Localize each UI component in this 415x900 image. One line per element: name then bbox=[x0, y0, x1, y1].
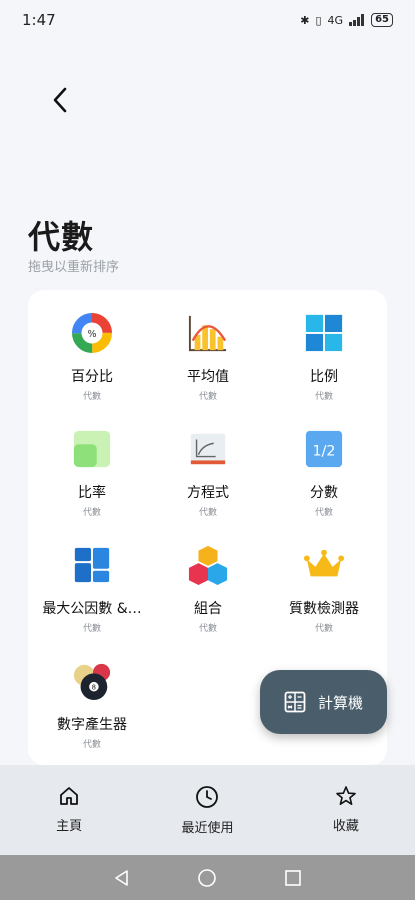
system-home-icon[interactable] bbox=[197, 868, 217, 888]
fraction-label: 1/2 bbox=[313, 444, 336, 460]
nav-favorites-label: 收藏 bbox=[332, 819, 359, 834]
system-navigation-bar bbox=[0, 855, 415, 900]
network-label: 4G bbox=[327, 13, 344, 27]
tile-equation[interactable]: 方程式 代數 bbox=[150, 406, 266, 518]
signal-icon bbox=[349, 14, 365, 26]
nav-recent[interactable]: 最近使用 bbox=[138, 765, 276, 855]
page-title: 代數 bbox=[28, 218, 95, 256]
battery-indicator: 65 bbox=[371, 13, 393, 27]
nav-home-label: 主頁 bbox=[56, 819, 83, 834]
tile-category: 代數 bbox=[82, 508, 101, 518]
average-chart-icon bbox=[188, 315, 227, 352]
tile-label: 百分比 bbox=[71, 368, 113, 385]
status-icons: ✱ ▯ 4G 65 bbox=[300, 13, 393, 27]
gcd-blocks-icon bbox=[74, 547, 110, 583]
svg-text:8: 8 bbox=[92, 684, 96, 692]
tile-category: 代數 bbox=[82, 740, 101, 750]
tile-label: 平均值 bbox=[187, 368, 229, 385]
star-icon bbox=[336, 786, 356, 805]
fraction-icon: 1/2 bbox=[305, 430, 343, 468]
tile-category: 代數 bbox=[82, 392, 101, 402]
tile-gcd-lcm[interactable]: 最大公因數 &… 代數 bbox=[34, 522, 150, 634]
ratio-squares-icon bbox=[73, 430, 111, 468]
tile-category: 代數 bbox=[198, 508, 217, 518]
back-button[interactable] bbox=[44, 84, 76, 116]
tile-label: 質數檢測器 bbox=[289, 600, 359, 617]
tile-label: 比率 bbox=[78, 484, 106, 501]
tile-percentage[interactable]: % 百分比 代數 bbox=[34, 290, 150, 402]
page-subtitle: 拖曳以重新排序 bbox=[28, 260, 120, 275]
system-back-icon[interactable] bbox=[113, 869, 131, 887]
vibrate-icon: ▯ bbox=[315, 13, 322, 27]
nav-home[interactable]: 主頁 bbox=[0, 765, 138, 855]
tile-number-generator[interactable]: 8 數字產生器 代數 bbox=[34, 638, 150, 750]
home-icon bbox=[60, 787, 79, 805]
billiard-balls-icon: 8 bbox=[73, 663, 111, 701]
tile-label: 數字產生器 bbox=[57, 716, 127, 733]
tile-proportion[interactable]: 比例 代數 bbox=[266, 290, 382, 402]
calculator-fab-button[interactable]: 計算機 bbox=[260, 670, 387, 734]
status-time: 1:47 bbox=[22, 11, 56, 29]
tile-ratio[interactable]: 比率 代數 bbox=[34, 406, 150, 518]
percentage-donut-icon: % bbox=[71, 312, 113, 353]
tile-category: 代數 bbox=[314, 624, 333, 634]
tile-label: 方程式 bbox=[187, 484, 229, 501]
nav-favorites[interactable]: 收藏 bbox=[277, 765, 415, 855]
tile-category: 代數 bbox=[198, 624, 217, 634]
tile-category: 代數 bbox=[82, 624, 101, 634]
tile-label: 組合 bbox=[194, 600, 222, 617]
bluetooth-icon: ✱ bbox=[300, 13, 310, 27]
tile-fraction[interactable]: 1/2 分數 代數 bbox=[266, 406, 382, 518]
grid-squares-icon bbox=[305, 314, 343, 352]
tile-category: 代數 bbox=[314, 508, 333, 518]
clock-icon bbox=[196, 786, 219, 808]
chevron-left-icon bbox=[53, 87, 67, 113]
fab-label: 計算機 bbox=[317, 693, 363, 712]
crown-icon bbox=[303, 549, 345, 577]
svg-text:%: % bbox=[87, 329, 96, 340]
system-recents-icon[interactable] bbox=[284, 869, 302, 887]
nav-recent-label: 最近使用 bbox=[181, 821, 234, 836]
tile-label: 最大公因數 &… bbox=[42, 600, 142, 617]
combination-cubes-icon bbox=[188, 545, 228, 585]
bottom-navigation: 主頁 最近使用 收藏 bbox=[0, 765, 415, 855]
tile-average[interactable]: 平均值 代數 bbox=[150, 290, 266, 402]
tile-category: 代數 bbox=[198, 392, 217, 402]
tile-label: 比例 bbox=[310, 368, 338, 385]
equation-graph-icon bbox=[190, 433, 226, 465]
status-bar: 1:47 ✱ ▯ 4G 65 bbox=[0, 0, 415, 40]
tile-prime-checker[interactable]: 質數檢測器 代數 bbox=[266, 522, 382, 634]
tile-label: 分數 bbox=[310, 484, 338, 501]
tile-category: 代數 bbox=[314, 392, 333, 402]
calculator-icon bbox=[284, 691, 306, 713]
tile-combination[interactable]: 組合 代數 bbox=[150, 522, 266, 634]
